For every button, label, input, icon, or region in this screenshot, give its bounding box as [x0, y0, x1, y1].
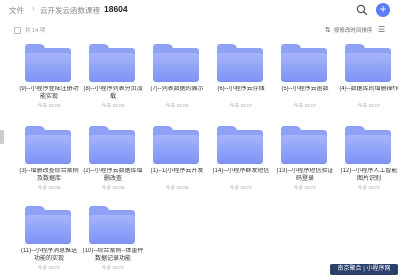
folder-name: (6)--小程序云存储: [217, 86, 265, 92]
folder-item[interactable]: (12)--小程序人工智能图片识别今天 18:07: [338, 126, 400, 202]
breadcrumb-root[interactable]: 文件: [9, 5, 24, 16]
folder-name: (12)--小程序人工智能图片识别: [340, 168, 398, 182]
folder-icon: [217, 44, 263, 82]
folder-icon: [25, 126, 71, 164]
folder-date: 今天 18:06: [165, 186, 189, 191]
folder-item[interactable]: (1)--1(小程序云开发 今天 18:06: [146, 126, 208, 202]
folder-icon: [281, 126, 327, 164]
folder-item[interactable]: (2)--小程序云数据库增删改查今天 18:06: [82, 126, 144, 202]
folder-icon: [89, 126, 135, 164]
item-count: 共 14 项: [25, 28, 46, 34]
folder-item[interactable]: (13)--小程序短信验证码登录今天 18:07: [274, 126, 336, 202]
breadcrumb-separator: ›: [32, 4, 35, 13]
folder-icon: [345, 44, 391, 82]
folder-item[interactable]: (6)--小程序云存储 今天 18:07: [210, 44, 272, 120]
folder-date: 今天 18:07: [101, 266, 125, 271]
page-title: 18604: [104, 4, 128, 14]
folder-date: 今天 18:07: [293, 104, 317, 109]
folder-date: 今天 18:07: [229, 104, 253, 109]
folder-item[interactable]: (14)--小程序群发短信 今天 18:07: [210, 126, 272, 202]
view-toggle-button[interactable]: ☰: [378, 25, 385, 34]
folder-item[interactable]: (5)--小程序云函数 今天 18:07: [274, 44, 336, 120]
folder-date: 今天 18:07: [357, 104, 381, 109]
folder-icon: [89, 206, 135, 244]
plus-icon: +: [379, 2, 387, 16]
folder-date: 今天 18:08: [101, 104, 125, 109]
folder-item[interactable]: (7)--列表数据的展示 今天 18:08: [146, 44, 208, 120]
folder-item[interactable]: (11)--小程序消息推送功能的实现今天 18:07: [18, 206, 80, 277]
folder-name: (8)--小程序列表分页加载: [83, 86, 143, 100]
folder-date: 今天 18:06: [37, 186, 61, 191]
sidebar-collapse-handle[interactable]: [0, 130, 4, 144]
folder-date: 今天 18:07: [357, 186, 381, 191]
folder-item[interactable]: (8)--小程序列表分页加载今天 18:08: [82, 44, 144, 120]
sort-label: 按修改时间排序: [333, 28, 373, 34]
folder-item[interactable]: (3)--增删改查综合案例及数据库今天 18:06: [18, 126, 80, 202]
folder-icon: [25, 44, 71, 82]
folder-item[interactable]: (9)--小程序登陆注册功能实现今天 18:08: [18, 44, 80, 120]
select-all-checkbox[interactable]: [14, 27, 21, 34]
folder-date: 今天 18:08: [37, 104, 61, 109]
folder-date: 今天 18:07: [229, 186, 253, 191]
folder-icon: [25, 206, 71, 244]
folder-item[interactable]: (4)--数据库的增删操作 今天 18:07: [338, 44, 400, 120]
watermark: 南京聚合 | 小程序网: [330, 264, 398, 275]
search-icon: [356, 4, 368, 16]
folder-date: 今天 18:07: [293, 186, 317, 191]
folder-date: 今天 18:06: [101, 186, 125, 191]
folder-date: 今天 18:07: [37, 266, 61, 271]
folder-icon: [153, 44, 199, 82]
breadcrumb-separator: ›: [96, 4, 99, 13]
file-toolbar: 共 14 项 ⇅ 按修改时间排序 ☰: [0, 24, 400, 38]
folder-name: (9)--小程序登陆注册功能实现: [19, 86, 79, 100]
sort-icon: ⇅: [325, 27, 331, 34]
folder-name: (11)--小程序消息推送功能的实现: [20, 248, 78, 262]
add-button[interactable]: +: [376, 3, 390, 17]
folder-date: 今天 18:08: [165, 104, 189, 109]
folder-name: (3)--增删改查综合案例及数据库: [19, 168, 79, 182]
folder-name: (2)--小程序云数据库增删改查: [83, 168, 143, 182]
folder-name: (5)--小程序云函数: [281, 86, 329, 92]
search-button[interactable]: [355, 3, 369, 17]
folder-item[interactable]: (10)--综合案例--体重秤数据记录功能今天 18:07: [82, 206, 144, 277]
top-bar: 文件 › 云开发云函数课程 › 18604 +: [0, 0, 400, 22]
folder-name: (13)--小程序短信验证码登录: [276, 168, 334, 182]
folder-name: (4)--数据库的增删操作: [339, 86, 399, 92]
folder-name: (10)--综合案例--体重秤数据记录功能: [82, 248, 144, 262]
folder-icon: [217, 126, 263, 164]
folder-icon: [281, 44, 327, 82]
folder-name: (1)--1(小程序云开发: [150, 168, 204, 174]
breadcrumb-parent[interactable]: 云开发云函数课程: [40, 5, 100, 16]
folder-icon: [89, 44, 135, 82]
folder-name: (7)--列表数据的展示: [150, 86, 204, 92]
folder-icon: [153, 126, 199, 164]
list-view-icon: ☰: [378, 25, 386, 34]
folder-name: (14)--小程序群发短信: [212, 168, 270, 174]
sort-button[interactable]: ⇅ 按修改时间排序: [325, 26, 372, 34]
folder-icon: [345, 126, 391, 164]
